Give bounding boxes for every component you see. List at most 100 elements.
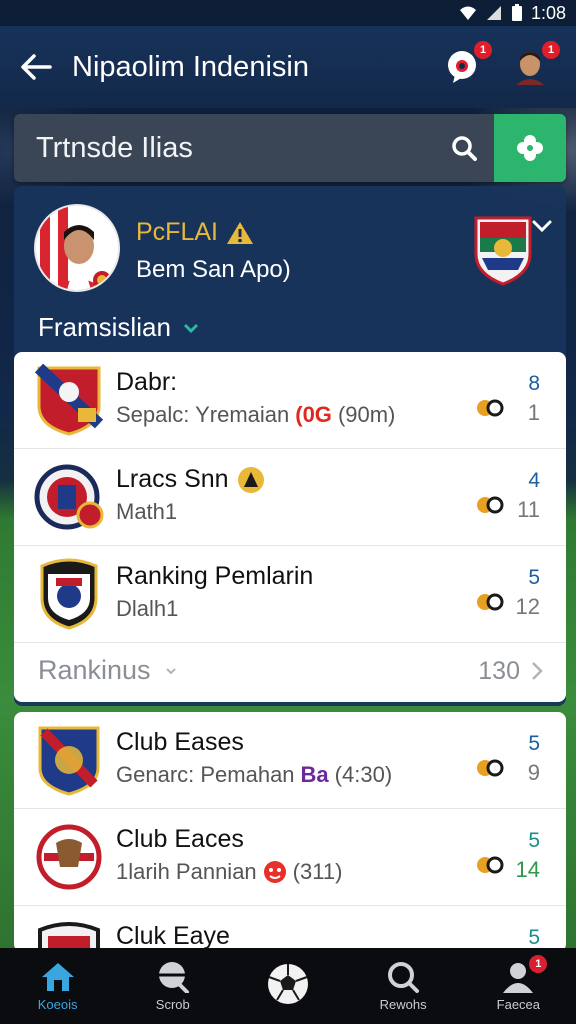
club-crest-icon [474,216,532,286]
row-subtitle: Genarc: Pemahan Ba (4:30) [116,762,392,788]
club-crest-icon [34,464,104,530]
section-title-text: Framsislian [38,312,171,342]
row-name: Club Eases [116,728,244,756]
player-name: PcFLAI [136,218,254,247]
row-name-text: Lracs Snn [116,465,229,493]
player-subtitle: Bem San Apo) [136,256,291,283]
club-crest-icon [40,558,98,630]
row-sub-text: 1larih Pannian [116,859,257,884]
search-input[interactable]: Trtnsde Ilias [14,132,434,165]
back-arrow-icon [21,54,52,80]
row-subtitle: Math1 [116,499,177,525]
list-item[interactable]: Club Eaces 1larih Pannian (311) 5 14 [14,809,566,906]
caret-down-icon [165,667,176,674]
row-rank: 5 [528,566,540,589]
wifi-icon [459,6,476,20]
row-name: Lracs Snn [116,465,265,494]
row-tag: (0G [295,402,332,427]
page-title: Nipaolim Indenisin [72,50,309,83]
list-item[interactable]: Cluk Eaye 5 [14,906,566,952]
search-bar: Trtnsde Ilias [14,114,566,182]
chat-button[interactable]: 1 [440,41,492,89]
signal-icon [486,6,501,20]
nav-label-scrob: Scrob [155,996,190,1012]
row-name: Ranking Pemlarin [116,562,314,590]
row-sub-text: Sepalc: Yremaian [116,402,290,427]
stat-icon [477,856,504,874]
row-rank: 5 [528,732,540,755]
filter-button[interactable] [494,114,566,182]
club-crest-icon [34,364,104,436]
status-time: 1:08 [530,2,566,23]
chevron-down-icon[interactable] [530,214,554,238]
more-label-text: Rankinus [38,655,151,685]
row-rank: 5 [528,926,540,949]
caret-down-icon [183,323,198,333]
home-icon [41,962,74,991]
row-rank: 5 [528,829,540,852]
row-count: 1 [527,400,540,425]
row-name: Cluk Eaye [116,922,230,950]
stat-icon [477,593,504,611]
row-subtitle: Sepalc: Yremaian (0G (90m) [116,402,395,428]
back-button[interactable] [0,26,72,108]
ranking-card: Dabr: Sepalc: Yremaian (0G (90m) 8 1 Lra… [14,352,566,702]
search-icon [388,961,420,993]
player-avatar[interactable] [34,204,120,292]
nav-item-profile[interactable]: 1 Faecea [463,954,573,1012]
nav-label-rewohs: Rewohs [379,996,427,1012]
player-photo-icon [36,206,118,290]
search-globe-icon [158,961,189,993]
app-bar: Nipaolim Indenisin 1 1 [0,26,576,108]
profile-badge: 1 [542,41,560,59]
nav-item-scrob[interactable]: Scrob [118,961,228,1012]
rankings-more-row[interactable]: Rankinus 130 [14,643,566,701]
club-card: Club Eases Genarc: Pemahan Ba (4:30) 5 9… [14,712,566,952]
nav-item-home[interactable]: Koeois [3,961,113,1012]
nav-profile-badge: 1 [529,954,548,973]
list-item[interactable]: Lracs Snn Math1 4 11 [14,449,566,546]
nav-item-match[interactable] [233,962,343,1010]
row-count: 9 [527,760,540,785]
row-sub-suffix: (311) [292,859,343,884]
row-sub-text: Math1 [116,499,178,524]
row-name: Dabr: [116,368,178,396]
chat-badge: 1 [474,41,492,59]
profile-button[interactable]: 1 [508,41,560,89]
row-sub-suffix: (90m) [337,402,396,427]
row-count: 11 [517,497,540,522]
user-avatar-icon [516,52,544,85]
row-count: 12 [515,594,540,619]
club-crest-icon [36,824,102,890]
row-rank: 4 [528,469,540,492]
row-tag: Ba [300,762,329,787]
row-name: Club Eaces [116,825,244,853]
warning-icon [226,221,253,244]
stat-icon [477,759,504,777]
row-count: 14 [515,857,540,882]
row-subtitle: Dlalh1 [116,596,178,622]
bottom-navigation: Koeois Scrob Rewohs 1 Faecea [0,948,576,1024]
list-item[interactable]: Dabr: Sepalc: Yremaian (0G (90m) 8 1 [14,352,566,449]
row-subtitle: 1larih Pannian (311) [116,859,342,885]
row-sub-text: Dlalh1 [116,596,179,621]
more-label: Rankinus [38,655,177,686]
status-bar: 1:08 [0,0,576,26]
stat-icon [477,399,504,417]
row-rank: 8 [528,372,540,395]
club-crest-icon [38,922,100,952]
search-button[interactable] [434,135,494,161]
nav-item-rewohs[interactable]: Rewohs [348,961,458,1012]
row-sub-text: Genarc: Pemahan [116,762,295,787]
row-sub-suffix: (4:30) [334,762,393,787]
list-item[interactable]: Club Eases Genarc: Pemahan Ba (4:30) 5 9 [14,712,566,809]
list-item[interactable]: Ranking Pemlarin Dlalh1 5 12 [14,546,566,643]
club-crest-icon [38,726,100,796]
soccer-ball-icon [267,964,308,1004]
more-count: 130 [478,657,520,685]
chat-bubble-icon [448,51,476,83]
nav-label-home: Koeois [37,996,78,1012]
section-title[interactable]: Framsislian [38,312,199,343]
chevron-right-icon [532,662,543,680]
nav-label-profile: Faecea [496,996,541,1012]
